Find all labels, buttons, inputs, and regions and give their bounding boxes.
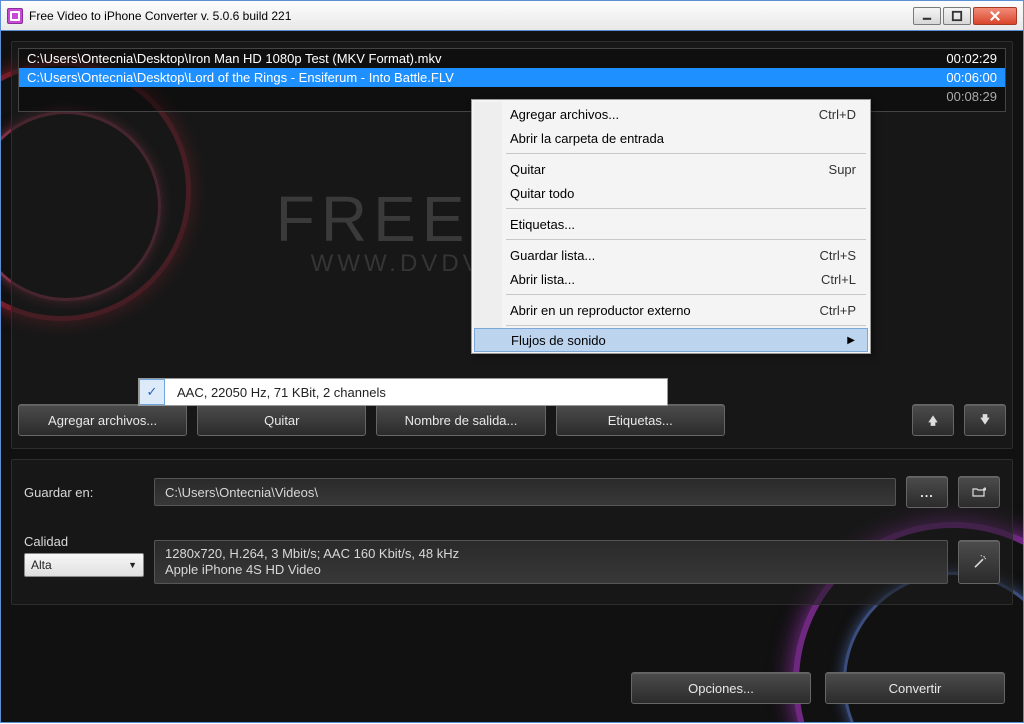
context-menu: Agregar archivos... Ctrl+D Abrir la carpet…	[471, 99, 871, 354]
menu-item-label: Flujos de sonido	[511, 333, 606, 348]
options-button[interactable]: Opciones...	[631, 672, 811, 704]
menu-item-shortcut: Ctrl+L	[821, 272, 856, 287]
menu-separator	[506, 325, 866, 326]
menu-item[interactable]: Agregar archivos... Ctrl+D	[474, 102, 868, 126]
ellipsis-icon: ...	[920, 485, 934, 500]
move-down-button[interactable]	[964, 404, 1006, 436]
quality-row: Calidad Alta ▼ 1280x720, H.264, 3 Mbit/s…	[24, 526, 1000, 584]
file-row[interactable]: C:\Users\Ontecnia\Desktop\Iron Man HD 10…	[19, 49, 1005, 68]
submenu-arrow-icon: ▶	[847, 335, 855, 346]
output-name-button[interactable]: Nombre de salida...	[376, 404, 545, 436]
move-up-button[interactable]	[912, 404, 954, 436]
menu-separator	[506, 208, 866, 209]
arrow-up-icon	[926, 413, 940, 427]
preset-wizard-button[interactable]	[958, 540, 1000, 584]
preset-line2: Apple iPhone 4S HD Video	[165, 562, 321, 578]
arrow-down-icon	[978, 413, 992, 427]
add-files-button[interactable]: Agregar archivos...	[18, 404, 187, 436]
tags-button[interactable]: Etiquetas...	[556, 404, 725, 436]
menu-item-label: Agregar archivos...	[510, 107, 619, 122]
save-in-row: Guardar en: C:\Users\Ontecnia\Videos\ ..…	[24, 476, 1000, 508]
bottom-bar: Opciones... Convertir	[631, 672, 1005, 704]
browse-button[interactable]: ...	[906, 476, 948, 508]
audio-track-text: AAC, 22050 Hz, 71 KBit, 2 channels	[177, 385, 386, 400]
file-path: C:\Users\Ontecnia\Desktop\Iron Man HD 10…	[27, 51, 441, 66]
menu-item-shortcut: Ctrl+D	[819, 107, 856, 122]
menu-item-label: Quitar	[510, 162, 545, 177]
menu-separator	[506, 153, 866, 154]
menu-item-shortcut: Ctrl+S	[820, 248, 856, 263]
menu-item[interactable]: Flujos de sonido ▶	[474, 328, 868, 352]
open-folder-icon	[972, 485, 986, 499]
menu-item-label: Abrir lista...	[510, 272, 575, 287]
menu-item[interactable]: Quitar todo	[474, 181, 868, 205]
audio-track-checkbox[interactable]: ✓	[139, 379, 165, 405]
remove-button[interactable]: Quitar	[197, 404, 366, 436]
menu-separator	[506, 239, 866, 240]
settings-panel: Guardar en: C:\Users\Ontecnia\Videos\ ..…	[11, 459, 1013, 605]
menu-separator	[506, 294, 866, 295]
titlebar: Free Video to iPhone Converter v. 5.0.6 …	[0, 0, 1024, 30]
file-duration: 00:06:00	[946, 70, 997, 85]
menu-item-shortcut: Supr	[829, 162, 856, 177]
menu-item-label: Guardar lista...	[510, 248, 595, 263]
audio-track-bar[interactable]: ✓ AAC, 22050 Hz, 71 KBit, 2 channels	[138, 378, 668, 406]
maximize-button[interactable]	[943, 7, 971, 25]
menu-item-label: Abrir en un reproductor externo	[510, 303, 691, 318]
convert-button[interactable]: Convertir	[825, 672, 1005, 704]
menu-item-label: Etiquetas...	[510, 217, 575, 232]
close-button[interactable]	[973, 7, 1017, 25]
wand-icon	[971, 554, 987, 570]
menu-item-shortcut: Ctrl+P	[820, 303, 856, 318]
file-path: C:\Users\Ontecnia\Desktop\Lord of the Ri…	[27, 70, 454, 85]
file-row[interactable]: C:\Users\Ontecnia\Desktop\Lord of the Ri…	[19, 68, 1005, 87]
menu-item-label: Quitar todo	[510, 186, 574, 201]
window-controls	[913, 7, 1017, 25]
menu-item[interactable]: Abrir lista... Ctrl+L	[474, 267, 868, 291]
menu-item[interactable]: Abrir la carpeta de entrada	[474, 126, 868, 150]
quality-selected: Alta	[31, 558, 52, 572]
minimize-button[interactable]	[913, 7, 941, 25]
save-in-label: Guardar en:	[24, 485, 144, 500]
preset-line1: 1280x720, H.264, 3 Mbit/s; AAC 160 Kbit/…	[165, 546, 459, 562]
open-folder-button[interactable]	[958, 476, 1000, 508]
app-body: FREESTUDIO WWW.DVDVIDEOSOFT.COM C:\Users…	[0, 30, 1024, 723]
menu-item[interactable]: Guardar lista... Ctrl+S	[474, 243, 868, 267]
window-title: Free Video to iPhone Converter v. 5.0.6 …	[29, 9, 913, 23]
save-in-field[interactable]: C:\Users\Ontecnia\Videos\	[154, 478, 896, 506]
toolbar: Agregar archivos... Quitar Nombre de sal…	[18, 404, 1006, 436]
menu-item[interactable]: Abrir en un reproductor externo Ctrl+P	[474, 298, 868, 322]
chevron-down-icon: ▼	[128, 560, 137, 570]
menu-item[interactable]: Quitar Supr	[474, 157, 868, 181]
quality-label: Calidad	[24, 534, 144, 549]
menu-item-label: Abrir la carpeta de entrada	[510, 131, 664, 146]
preset-field[interactable]: 1280x720, H.264, 3 Mbit/s; AAC 160 Kbit/…	[154, 540, 948, 584]
file-duration: 00:02:29	[946, 51, 997, 66]
app-icon	[7, 8, 23, 24]
menu-item[interactable]: Etiquetas...	[474, 212, 868, 236]
quality-select[interactable]: Alta ▼	[24, 553, 144, 577]
total-duration: 00:08:29	[946, 89, 997, 104]
